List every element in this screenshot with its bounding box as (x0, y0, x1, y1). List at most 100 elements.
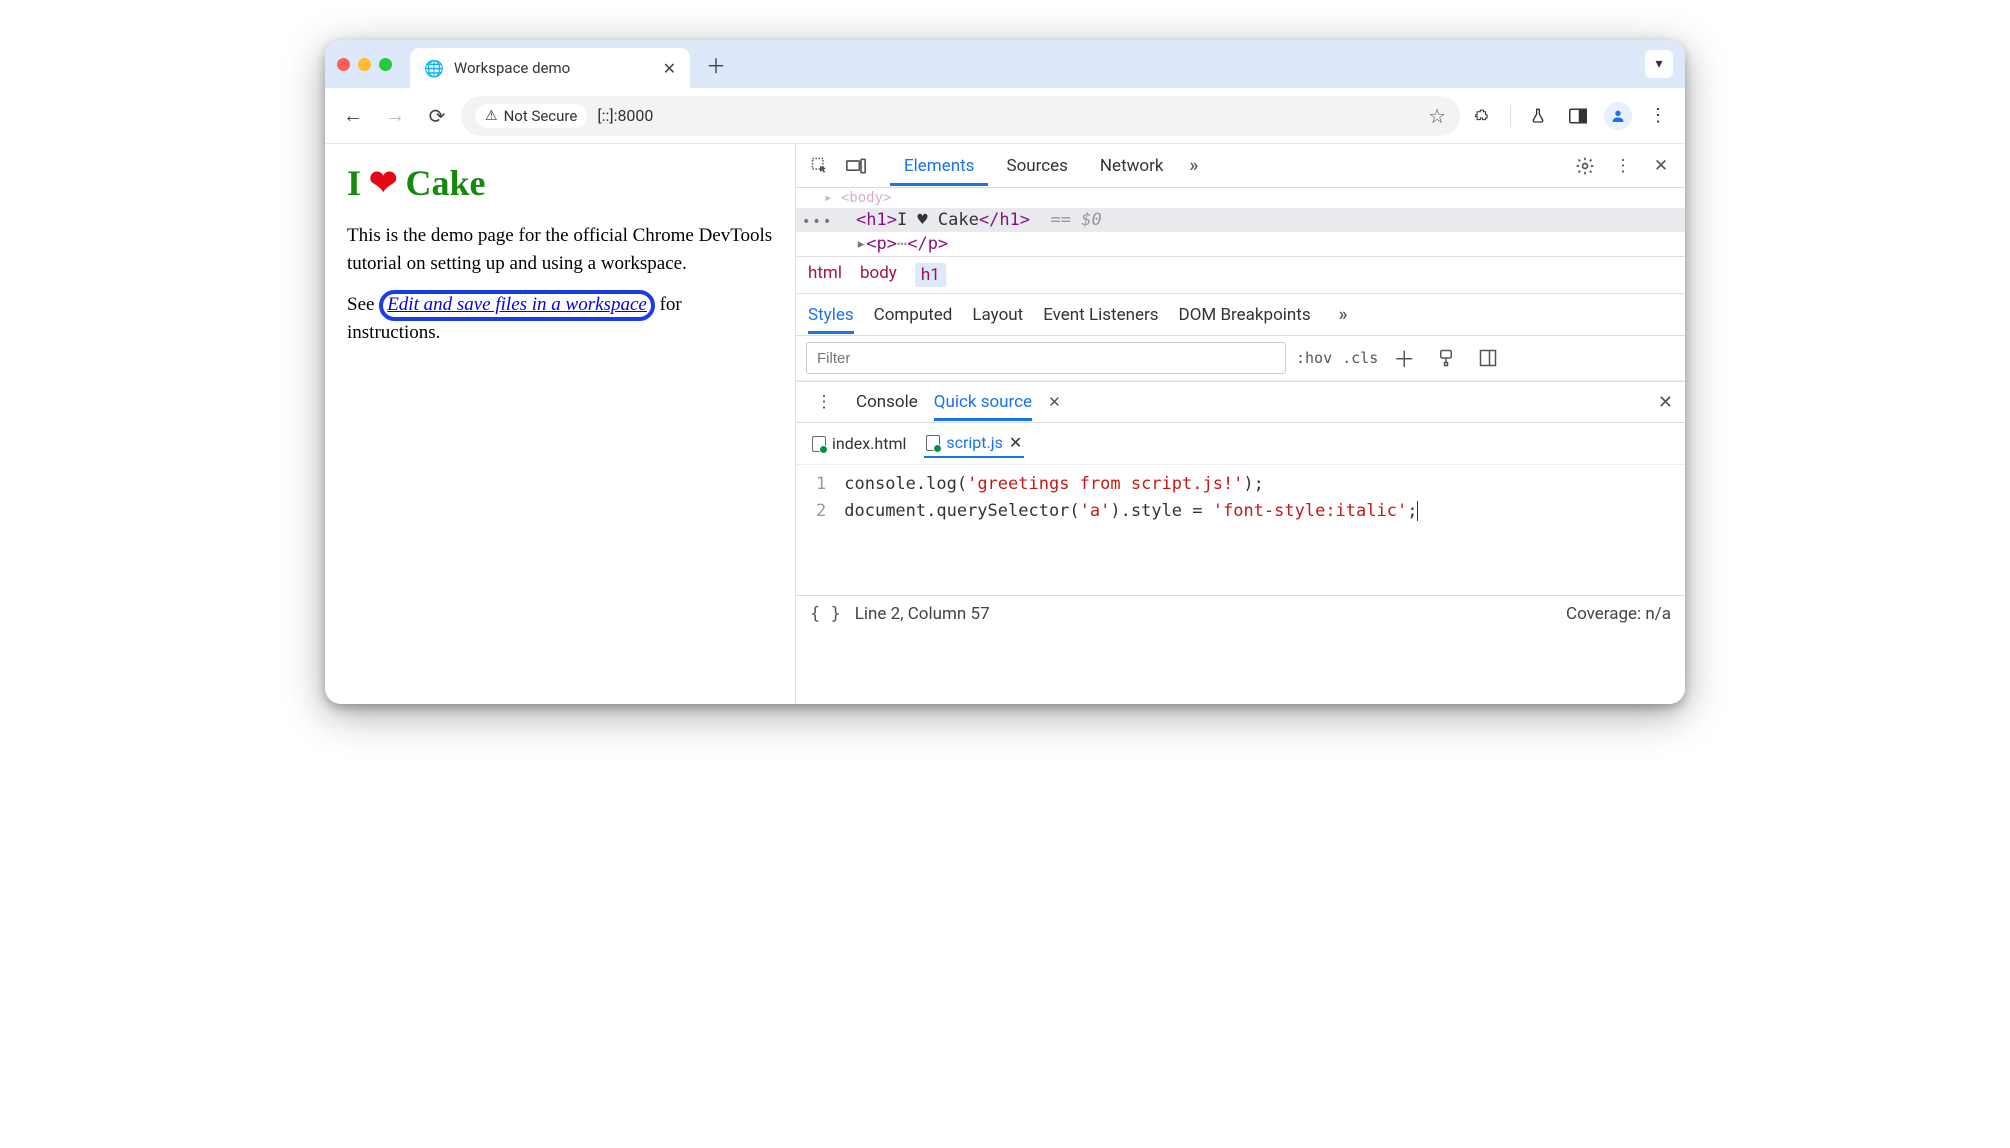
profile-button[interactable] (1601, 99, 1635, 133)
cls-toggle[interactable]: .cls (1342, 349, 1378, 367)
globe-icon: 🌐 (424, 59, 444, 78)
subtab-event-listeners[interactable]: Event Listeners (1043, 296, 1158, 334)
forward-button[interactable]: → (377, 98, 413, 134)
file-icon (812, 436, 826, 452)
traffic-lights (337, 58, 392, 71)
h1-word-2: Cake (406, 162, 486, 204)
inspect-element-icon[interactable] (804, 150, 836, 182)
close-tag: </h1> (979, 210, 1030, 230)
element-line-body[interactable]: ▸ <body> (796, 188, 1685, 208)
drawer-tabbar: ⋮ Console Quick source ✕ ✕ (796, 381, 1685, 423)
avatar-icon (1604, 102, 1632, 130)
devtools-panel: Elements Sources Network » ⋮ ✕ ••• ▸ <bo… (795, 144, 1685, 704)
styles-more-chevron-icon[interactable]: » (1331, 304, 1356, 325)
warning-icon: ⚠ (485, 108, 498, 124)
tab-elements[interactable]: Elements (890, 146, 988, 186)
element-line-h1[interactable]: <h1>I ♥ Cake</h1> == $0 (796, 208, 1685, 232)
tab-sources[interactable]: Sources (992, 146, 1081, 186)
line-number: 2 (816, 498, 826, 525)
h1-word-1: I (347, 162, 361, 204)
editor-cursor (1417, 501, 1418, 521)
tab-network[interactable]: Network (1086, 146, 1178, 186)
para2-pre: See (347, 294, 379, 315)
workspace-tutorial-link[interactable]: Edit and save files in a workspace (387, 294, 647, 315)
devtools-menu-icon[interactable]: ⋮ (1607, 150, 1639, 182)
selected-marker: == $0 (1051, 210, 1102, 230)
crumb-body[interactable]: body (860, 263, 897, 287)
file-tab-close-icon[interactable]: ✕ (1009, 433, 1022, 452)
file-tab-index[interactable]: index.html (810, 430, 908, 457)
intro-paragraph: This is the demo page for the official C… (347, 222, 773, 277)
crumb-html[interactable]: html (808, 263, 842, 287)
subtab-dom-breakpoints[interactable]: DOM Breakpoints (1179, 296, 1311, 334)
address-bar[interactable]: ⚠ Not Secure [::]:8000 ☆ (461, 96, 1460, 136)
page-heading: I ❤ Cake (347, 162, 773, 204)
tabs-dropdown-button[interactable]: ▾ (1645, 50, 1673, 78)
paint-flash-icon[interactable] (1430, 342, 1462, 374)
drawer-tab-quick-source[interactable]: Quick source (934, 383, 1032, 421)
subtab-computed[interactable]: Computed (874, 296, 953, 334)
devtools-tabbar: Elements Sources Network » ⋮ ✕ (796, 144, 1685, 188)
titlebar: 🌐 Workspace demo ✕ ＋ ▾ (325, 40, 1685, 88)
url-text: [::]:8000 (597, 106, 653, 125)
drawer-menu-icon[interactable]: ⋮ (808, 386, 840, 418)
browser-toolbar: ← → ⟳ ⚠ Not Secure [::]:8000 ☆ ⋮ (325, 88, 1685, 144)
back-button[interactable]: ← (335, 98, 371, 134)
maximize-window-button[interactable] (379, 58, 392, 71)
minimize-window-button[interactable] (358, 58, 371, 71)
element-line-p[interactable]: ▸<p>⋯</p> (796, 232, 1685, 256)
rendered-page: I ❤ Cake This is the demo page for the o… (325, 144, 795, 704)
chrome-menu-button[interactable]: ⋮ (1641, 99, 1675, 133)
line-number: 1 (816, 471, 826, 498)
drawer-tab-console[interactable]: Console (856, 383, 918, 421)
heart-icon: ❤ (369, 163, 398, 203)
overflow-dots-icon[interactable]: ••• (802, 214, 833, 230)
cursor-position: Line 2, Column 57 (855, 604, 990, 624)
editor-statusbar: { } Line 2, Column 57 Coverage: n/a (796, 595, 1685, 632)
link-paragraph: See Edit and save files in a workspace f… (347, 291, 773, 346)
side-panel-icon[interactable] (1561, 99, 1595, 133)
chevron-down-icon: ▾ (1655, 56, 1662, 72)
more-tabs-chevron-icon[interactable]: » (1181, 155, 1206, 176)
source-editor[interactable]: 1 2 console.log('greetings from script.j… (796, 465, 1685, 595)
new-tab-button[interactable]: ＋ (706, 50, 726, 79)
toolbar-divider (1510, 105, 1511, 127)
subtab-styles[interactable]: Styles (808, 296, 854, 334)
subtab-layout[interactable]: Layout (972, 296, 1023, 334)
editor-code[interactable]: console.log('greetings from script.js!')… (840, 465, 1422, 595)
hov-toggle[interactable]: :hov (1296, 349, 1332, 367)
device-toolbar-icon[interactable] (840, 150, 872, 182)
styles-toolbar: :hov .cls ＋ (796, 336, 1685, 381)
source-file-tabs: index.html script.js ✕ (796, 423, 1685, 465)
close-tab-icon[interactable]: ✕ (663, 59, 676, 78)
close-window-button[interactable] (337, 58, 350, 71)
devtools-close-icon[interactable]: ✕ (1645, 150, 1677, 182)
open-tag: <h1> (856, 210, 897, 230)
elements-breadcrumbs: html body h1 (796, 256, 1685, 294)
crumb-h1[interactable]: h1 (915, 263, 946, 287)
new-style-rule-icon[interactable]: ＋ (1388, 342, 1420, 374)
browser-window: 🌐 Workspace demo ✕ ＋ ▾ ← → ⟳ ⚠ Not Secur… (325, 40, 1685, 704)
browser-tab[interactable]: 🌐 Workspace demo ✕ (410, 48, 690, 88)
security-label: Not Secure (504, 107, 578, 125)
link-highlight-ring: Edit and save files in a workspace (379, 290, 655, 321)
labs-icon[interactable] (1521, 99, 1555, 133)
security-pill[interactable]: ⚠ Not Secure (475, 104, 587, 128)
pretty-print-icon[interactable]: { } (810, 604, 841, 624)
elements-tree[interactable]: ••• ▸ <body> <h1>I ♥ Cake</h1> == $0 ▸<p… (796, 188, 1685, 256)
settings-gear-icon[interactable] (1569, 150, 1601, 182)
drawer-tab-close-icon[interactable]: ✕ (1048, 393, 1061, 411)
drawer-close-icon[interactable]: ✕ (1658, 392, 1673, 413)
content-area: I ❤ Cake This is the demo page for the o… (325, 144, 1685, 704)
bookmark-star-icon[interactable]: ☆ (1428, 104, 1446, 128)
editor-gutter: 1 2 (796, 465, 840, 595)
coverage-status: Coverage: n/a (1566, 604, 1671, 624)
computed-panel-toggle-icon[interactable] (1472, 342, 1504, 374)
reload-button[interactable]: ⟳ (419, 98, 455, 134)
file-tab-script[interactable]: script.js ✕ (924, 429, 1024, 458)
el-text: I ♥ Cake (897, 210, 979, 230)
extensions-icon[interactable] (1466, 99, 1500, 133)
file-icon (926, 435, 940, 451)
styles-filter-input[interactable] (806, 342, 1286, 374)
styles-tabbar: Styles Computed Layout Event Listeners D… (796, 294, 1685, 336)
